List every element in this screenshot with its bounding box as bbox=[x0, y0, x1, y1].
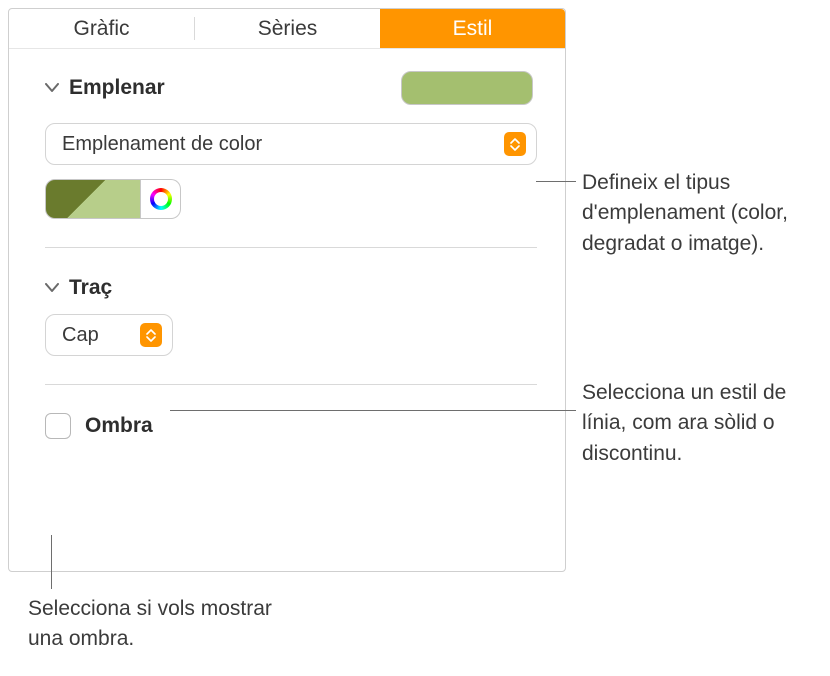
callout-leader bbox=[51, 535, 52, 589]
chevron-down-icon bbox=[45, 283, 59, 293]
shadow-checkbox[interactable] bbox=[45, 413, 71, 439]
tab-chart[interactable]: Gràfic bbox=[9, 9, 194, 48]
fill-toggle-row[interactable]: Emplenar bbox=[45, 76, 165, 100]
colorwheel-icon bbox=[150, 188, 172, 210]
callout-stroke: Selecciona un estil de línia, com ara sò… bbox=[582, 378, 822, 469]
stroke-section: Traç Cap bbox=[45, 276, 537, 356]
shadow-row: Ombra bbox=[45, 413, 537, 439]
callout-fill: Defineix el tipus d'emplenament (color, … bbox=[582, 168, 822, 259]
fill-color-swatch[interactable] bbox=[401, 71, 533, 105]
section-divider bbox=[45, 247, 537, 248]
stroke-title: Traç bbox=[69, 276, 112, 300]
fill-color-row bbox=[45, 179, 537, 219]
callout-leader bbox=[536, 181, 576, 182]
chevron-down-icon bbox=[45, 83, 59, 93]
tab-bar: Gràfic Sèries Estil bbox=[9, 9, 565, 49]
updown-icon bbox=[504, 132, 526, 156]
inspector-panel: Gràfic Sèries Estil Emplenar Emplenament… bbox=[8, 8, 566, 572]
tab-series[interactable]: Sèries bbox=[195, 9, 380, 48]
fill-gradient-swatch[interactable] bbox=[45, 179, 141, 219]
shadow-label: Ombra bbox=[85, 414, 153, 438]
updown-icon bbox=[140, 323, 162, 347]
callout-shadow: Selecciona si vols mostrar una ombra. bbox=[28, 594, 288, 655]
fill-type-label: Emplenament de color bbox=[62, 133, 262, 156]
color-picker-button[interactable] bbox=[141, 179, 181, 219]
stroke-style-label: Cap bbox=[62, 324, 99, 347]
tab-style[interactable]: Estil bbox=[380, 9, 565, 48]
fill-type-select[interactable]: Emplenament de color bbox=[45, 123, 537, 165]
callout-leader bbox=[170, 410, 576, 411]
fill-title: Emplenar bbox=[69, 76, 165, 100]
fill-section-header: Emplenar bbox=[45, 71, 537, 105]
stroke-toggle-row[interactable]: Traç bbox=[45, 276, 537, 300]
stroke-style-select[interactable]: Cap bbox=[45, 314, 173, 356]
panel-body: Emplenar Emplenament de color bbox=[9, 49, 565, 439]
section-divider bbox=[45, 384, 537, 385]
